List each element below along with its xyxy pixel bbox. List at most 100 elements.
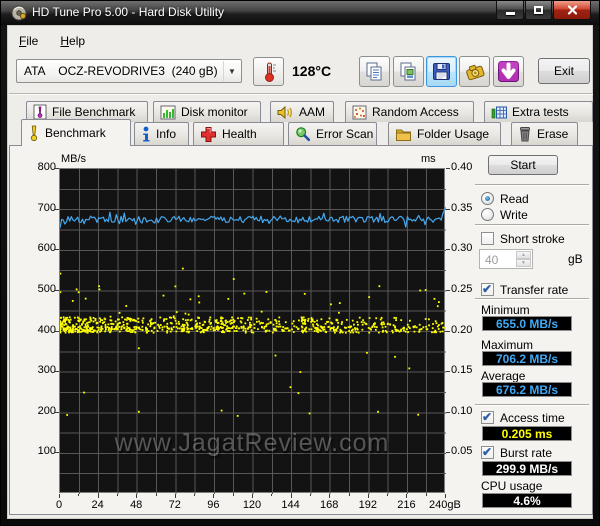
tab-error-scan[interactable]: Error Scan (288, 122, 377, 145)
short-stroke-checkbox[interactable] (481, 232, 494, 245)
tab-disk-monitor[interactable]: Disk monitor (153, 101, 261, 122)
y-right-tick (446, 371, 450, 373)
titlebar: HD Tune Pro 5.00 - Hard Disk Utility (1, 1, 599, 25)
spinner-down-icon[interactable]: ▼ (516, 259, 531, 267)
minimum-label: Minimum (481, 303, 530, 317)
y-right-tick-label: 0.05 (451, 445, 473, 458)
exit-button[interactable]: Exit (538, 58, 590, 84)
benchmark-plot (59, 168, 446, 494)
cpu-usage-value: 4.6% (482, 493, 572, 508)
x-tick (425, 494, 427, 496)
y-right-tick (446, 411, 450, 413)
tab-benchmark[interactable]: Benchmark (21, 119, 131, 146)
app-window: HD Tune Pro 5.00 - Hard Disk Utility Fil… (0, 0, 600, 526)
separator (475, 184, 589, 186)
x-tick (78, 494, 80, 496)
spinner-up-icon[interactable]: ▲ (516, 251, 531, 259)
capture-button[interactable] (459, 56, 490, 87)
y-left-tick (55, 452, 59, 454)
access-time-label[interactable]: Access time (500, 411, 565, 425)
y-left-tick (55, 208, 59, 210)
thermometer-icon (264, 62, 276, 82)
file-benchmark-icon (33, 104, 47, 120)
write-radio-label[interactable]: Write (500, 208, 528, 222)
app-icon (11, 5, 27, 21)
tab-label: Error Scan (316, 127, 374, 141)
short-stroke-label[interactable]: Short stroke (500, 232, 565, 246)
y-right-tick (446, 249, 450, 251)
transfer-rate-label[interactable]: Transfer rate (500, 283, 568, 297)
stroke-size-spinner[interactable]: 40 ▲ ▼ (479, 249, 533, 269)
x-tick (232, 494, 234, 496)
menu-bar: File Help (9, 30, 89, 51)
x-tick (271, 494, 273, 496)
x-tick-label: 216 (397, 499, 416, 511)
x-tick (252, 494, 253, 498)
x-tick-label: 120 (242, 499, 262, 511)
maximize-button[interactable] (525, 1, 552, 20)
tab-label: Benchmark (45, 126, 106, 140)
transfer-rate-checkbox[interactable] (481, 282, 494, 296)
cpu-usage-label: CPU usage (481, 479, 543, 493)
y-left-tick-label: 400 (37, 323, 56, 336)
tab-random-access[interactable]: Random Access (345, 101, 474, 122)
download-button[interactable] (493, 56, 524, 87)
menu-help[interactable]: Help (56, 32, 89, 50)
capture-icon (465, 64, 484, 80)
y-left-tick-label: 800 (37, 161, 56, 173)
x-tick (136, 494, 138, 498)
menu-file[interactable]: File (15, 32, 42, 50)
x-tick (97, 494, 99, 498)
tab-info[interactable]: Info (134, 122, 189, 145)
tab-aam[interactable]: AAM (270, 101, 334, 122)
x-tick-label: 168 (320, 499, 339, 511)
read-radio-label[interactable]: Read (500, 192, 529, 206)
burst-rate-label[interactable]: Burst rate (500, 446, 552, 460)
copy-report-button[interactable] (359, 56, 390, 87)
write-radio[interactable] (481, 208, 494, 221)
start-label: Start (510, 158, 536, 172)
y-right-tick (446, 168, 450, 169)
save-button[interactable] (426, 56, 457, 87)
x-tick-label: 24 (91, 499, 104, 511)
read-radio[interactable] (481, 192, 494, 205)
y-left-tick (55, 168, 59, 169)
start-button[interactable]: Start (488, 155, 558, 175)
benchmark-chart (60, 169, 446, 494)
x-tick (194, 494, 196, 496)
y-left-tick (55, 411, 59, 413)
y-right-tick-label: 0.35 (451, 201, 473, 214)
tab-health[interactable]: Health (193, 122, 284, 145)
minimize-button[interactable] (496, 1, 524, 20)
close-button[interactable] (553, 1, 591, 20)
burst-rate-checkbox[interactable] (481, 445, 494, 459)
close-icon (567, 5, 577, 15)
y-right-tick-label: 0.15 (451, 364, 473, 377)
copy-image-button[interactable] (393, 56, 424, 87)
tab-label: File Benchmark (52, 105, 136, 119)
tab-erase[interactable]: Erase (511, 122, 578, 145)
download-icon (498, 61, 519, 82)
random-access-icon (352, 105, 367, 119)
y-right-tick-label: 0.25 (451, 282, 473, 295)
tab-folder-usage[interactable]: Folder Usage (388, 122, 501, 145)
x-tick (367, 494, 369, 498)
y-right-tick-label: 0.40 (451, 161, 473, 173)
stroke-unit-label: gB (568, 252, 583, 266)
x-tick-label: 144 (281, 499, 300, 511)
access-time-checkbox[interactable] (481, 410, 494, 424)
y-right-tick (446, 289, 450, 291)
tab-label: Folder Usage (417, 127, 490, 141)
copy-report-icon (366, 62, 382, 81)
aam-icon (277, 105, 292, 119)
y-right-tick-label: 0.20 (451, 323, 473, 336)
temperature-button[interactable] (253, 57, 284, 86)
drive-select[interactable]: ATA OCZ-REVODRIVE3 (240 gB) ▼ (16, 59, 242, 83)
toolbar-separator (9, 93, 593, 95)
tab-extra-tests[interactable]: Extra tests (484, 101, 593, 122)
y-left-tick-label: 500 (37, 282, 56, 295)
tab-label: Disk monitor (181, 105, 248, 119)
x-tick (213, 494, 215, 498)
y-left-tick (55, 330, 59, 332)
y-right-tick-label: 0.30 (451, 242, 473, 255)
